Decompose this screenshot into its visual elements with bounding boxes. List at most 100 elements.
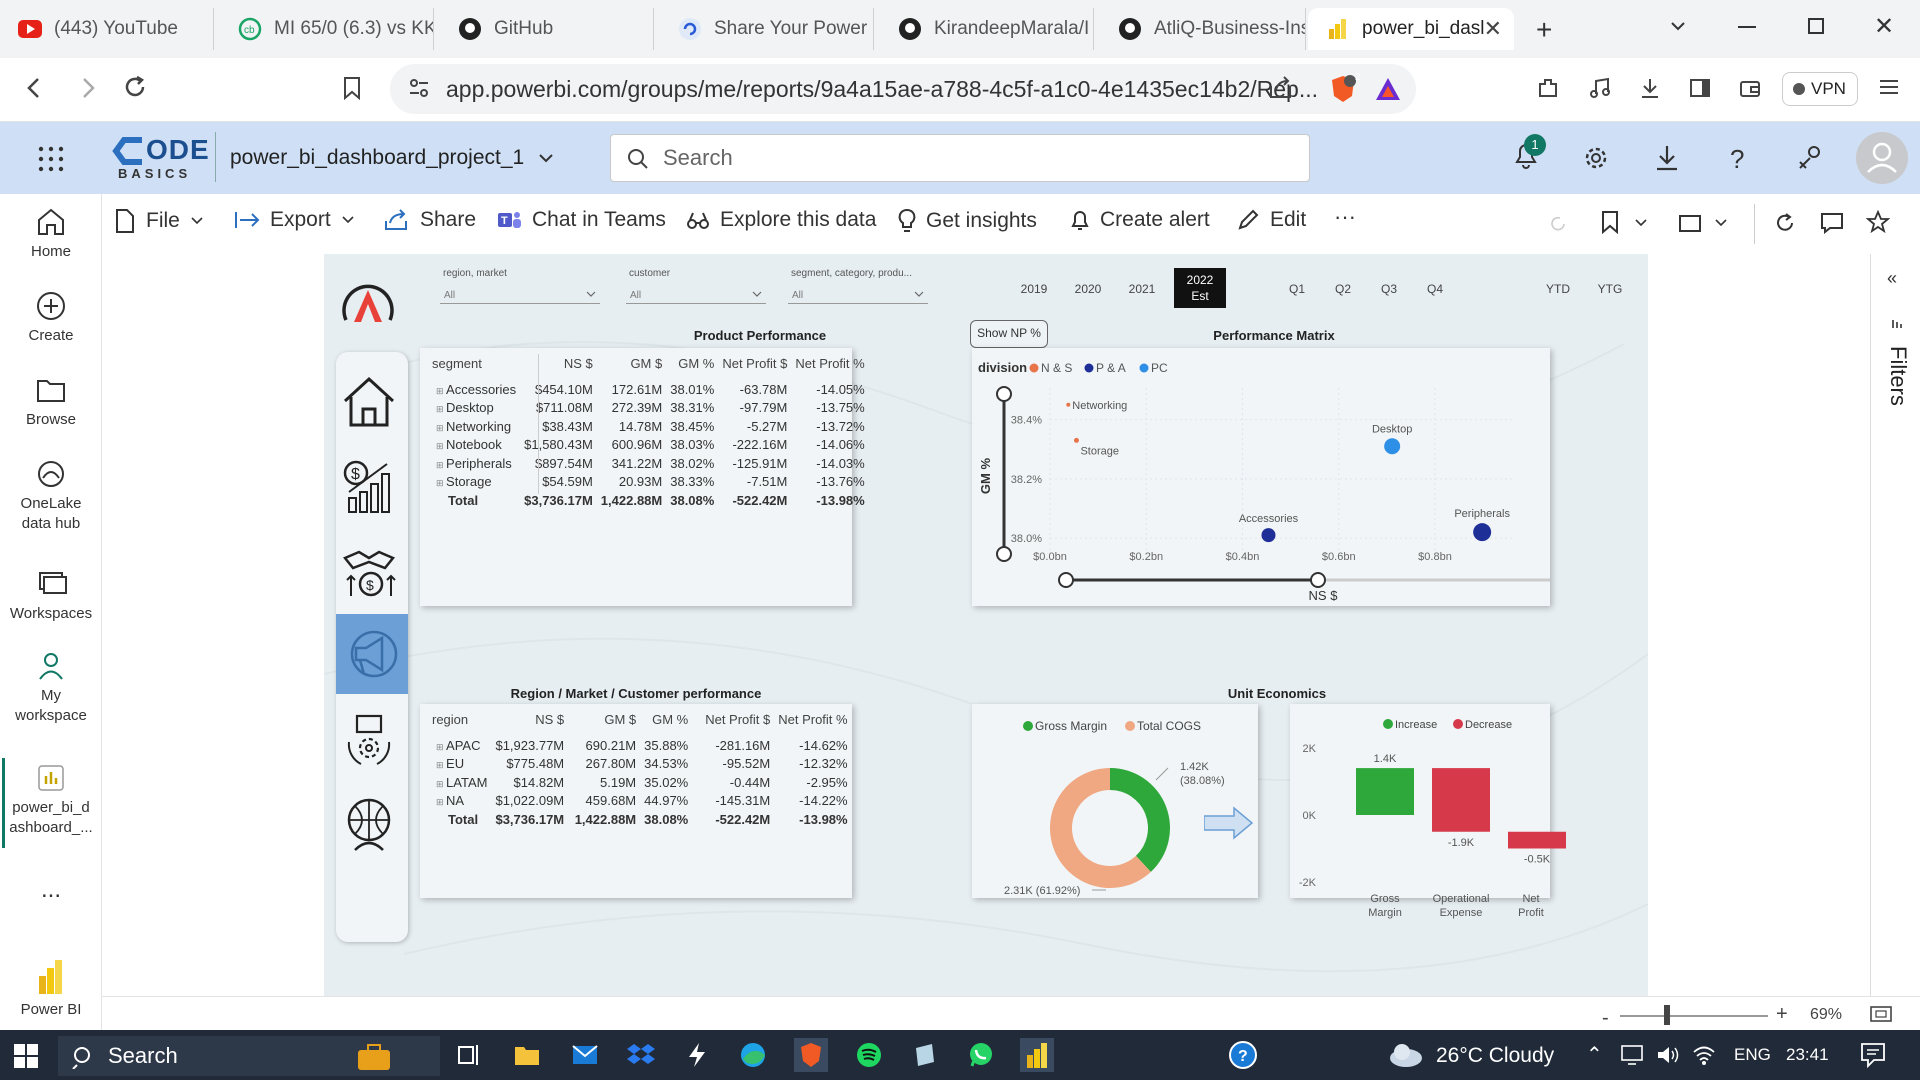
performance-matrix-chart[interactable]: division N & S P & A PC $0.0bn $0.2bn $0.4bn $0… (972, 348, 1550, 606)
edge-icon[interactable] (736, 1038, 770, 1072)
restore-icon[interactable] (1808, 18, 1824, 34)
nav-supply-chain-page-button[interactable] (338, 704, 400, 776)
zoom-slider-thumb[interactable] (1664, 1005, 1670, 1025)
app-launcher-icon[interactable] (38, 146, 64, 172)
year-2019-button[interactable]: 2019 (1014, 282, 1054, 296)
dropbox-icon[interactable] (624, 1038, 658, 1072)
browser-tab[interactable]: GitHub (440, 8, 654, 50)
language-indicator[interactable]: ENG (1734, 1045, 1771, 1065)
powerbi-taskbar-icon[interactable] (1020, 1038, 1054, 1072)
nav-finance-page-button[interactable]: $ (338, 450, 400, 522)
sidebar-toggle-icon[interactable] (1688, 76, 1712, 100)
bolt-app-icon[interactable] (680, 1038, 714, 1072)
nav-more[interactable]: ... (0, 878, 102, 902)
share-page-icon[interactable] (1268, 76, 1294, 100)
column-header[interactable]: segment (428, 356, 520, 380)
nav-create[interactable]: Create (0, 290, 102, 346)
table-row[interactable]: ⊞ Peripherals $897.54M 341.22M 38.02% -125.9… (428, 454, 869, 473)
help-icon[interactable]: ? (1730, 144, 1744, 175)
forward-icon[interactable] (76, 76, 98, 100)
browser-tab-active[interactable]: power_bi_dasl ✕ (1308, 8, 1514, 50)
browser-tab[interactable]: (443) YouTube (0, 8, 214, 50)
nav-executive-page-button[interactable] (338, 788, 400, 860)
reload-icon[interactable] (122, 74, 148, 100)
feedback-icon[interactable] (1796, 144, 1826, 172)
spotify-icon[interactable] (852, 1038, 886, 1072)
favorite-star-icon[interactable] (1866, 210, 1890, 234)
table-row[interactable]: ⊞ NA $1,022.09M 459.68M 44.97% -145.31M -14.2… (428, 792, 852, 811)
new-tab-icon[interactable]: + (1536, 14, 1552, 46)
download-icon[interactable] (1654, 144, 1680, 172)
settings-icon[interactable] (1582, 144, 1610, 172)
column-header[interactable]: Net Profit $ (718, 356, 791, 380)
quarter-q3-button[interactable]: Q3 (1374, 282, 1404, 296)
filters-pane-collapsed[interactable]: « Filters (1870, 254, 1920, 996)
refresh-icon[interactable] (1774, 212, 1796, 234)
menu-icon[interactable] (1878, 76, 1900, 98)
column-header[interactable]: Net Profit $ (692, 712, 774, 736)
product-performance-table[interactable]: segment NS $ GM $ GM % Net Profit $ Net … (420, 348, 865, 606)
share-button[interactable]: Share (384, 208, 476, 232)
chat-in-teams-button[interactable]: T Chat in Teams (496, 208, 666, 232)
more-options-button[interactable]: ··· (1334, 204, 1356, 230)
performance-matrix-card[interactable]: division N & S P & A PC $0.0bn $0.2bn $0.4bn $0… (972, 348, 1550, 606)
slicer-segment-category-product[interactable]: All (788, 284, 928, 304)
nav-home-page-button[interactable] (338, 366, 400, 438)
volume-icon[interactable] (1656, 1044, 1680, 1066)
reset-icon[interactable] (1548, 214, 1568, 234)
nav-home[interactable]: Home (0, 206, 102, 262)
show-np-percent-button[interactable]: Show NP % (970, 320, 1048, 348)
table-row[interactable]: ⊞ Desktop $711.08M 272.39M 38.31% -97.79M -13… (428, 399, 869, 418)
brave-taskbar-icon[interactable] (794, 1038, 828, 1072)
column-header[interactable]: region (428, 712, 491, 736)
donut-chart-card[interactable]: Gross Margin Total COGS 1.42K (38.08%) 2.31K… (972, 704, 1258, 898)
explore-data-button[interactable]: Explore this data (686, 208, 876, 232)
tray-chevron-up-icon[interactable]: ⌃ (1586, 1042, 1603, 1067)
nav-current-report[interactable]: power_bi_d ashboard_... (0, 762, 102, 838)
column-header[interactable]: NS $ (491, 712, 568, 736)
chevron-down-icon[interactable] (1714, 218, 1728, 228)
ytd-button[interactable]: YTD (1540, 282, 1576, 296)
zoom-out-icon[interactable]: - (1602, 1007, 1609, 1030)
slicer-region-market[interactable]: All (440, 284, 600, 304)
browser-tab[interactable]: Share Your Power (660, 8, 874, 50)
region-performance-table[interactable]: region NS $ GM $ GM % Net Profit $ Net P… (420, 704, 852, 898)
windows-start-icon[interactable] (14, 1044, 38, 1068)
nav-browse[interactable]: Browse (0, 374, 102, 430)
browser-tab[interactable]: KirandeepMarala/I (880, 8, 1094, 50)
clock[interactable]: 23:41 (1786, 1045, 1829, 1065)
waterfall-chart-card[interactable]: Increase Decrease 2K 0K -2K 1.4K Gross Margin -1… (1290, 704, 1566, 919)
downloads-icon[interactable] (1638, 76, 1662, 100)
table-row[interactable]: ⊞ Storage $54.59M 20.93M 38.33% -7.51M -13.76… (428, 473, 869, 492)
expand-pane-icon[interactable]: « (1887, 268, 1897, 289)
nav-marketing-page-button-active[interactable] (336, 614, 408, 694)
export-menu[interactable]: Export (234, 208, 355, 232)
year-2020-button[interactable]: 2020 (1068, 282, 1108, 296)
bookmark-icon[interactable] (342, 76, 362, 100)
unit-economics-waterfall-chart[interactable]: Increase Decrease 2K 0K -2K 1.4K Gross Margin -1… (1290, 704, 1566, 934)
year-2021-button[interactable]: 2021 (1122, 282, 1162, 296)
whatsapp-icon[interactable] (964, 1038, 998, 1072)
ytg-button[interactable]: YTG (1592, 282, 1628, 296)
back-icon[interactable] (24, 76, 46, 100)
site-settings-icon[interactable] (408, 77, 430, 99)
avatar[interactable] (1856, 132, 1908, 184)
powerbi-product[interactable]: Power BI (0, 958, 102, 1020)
column-header[interactable]: GM % (666, 356, 718, 380)
slicer-customer[interactable]: All (626, 284, 766, 304)
table-row[interactable]: ⊞ Networking $38.43M 14.78M 38.45% -5.27M -13… (428, 417, 869, 436)
close-tab-icon[interactable]: ✕ (1484, 16, 1502, 42)
fit-to-page-icon[interactable] (1870, 1005, 1892, 1023)
nav-onelake[interactable]: OneLake data hub (0, 458, 102, 534)
column-header[interactable]: NS $ (520, 356, 597, 380)
notification-center-icon[interactable] (1860, 1042, 1886, 1068)
create-alert-button[interactable]: Create alert (1070, 208, 1210, 232)
address-bar[interactable]: app.powerbi.com/groups/me/reports/9a4a15… (390, 64, 1416, 114)
vpn-button[interactable]: VPN (1782, 72, 1858, 106)
wallet-icon[interactable] (1738, 76, 1762, 100)
wifi-icon[interactable] (1692, 1044, 1716, 1066)
extensions-icon[interactable] (1536, 76, 1560, 100)
bookmark-icon[interactable] (1600, 210, 1620, 234)
column-header[interactable]: GM $ (568, 712, 640, 736)
comment-icon[interactable] (1820, 212, 1844, 234)
